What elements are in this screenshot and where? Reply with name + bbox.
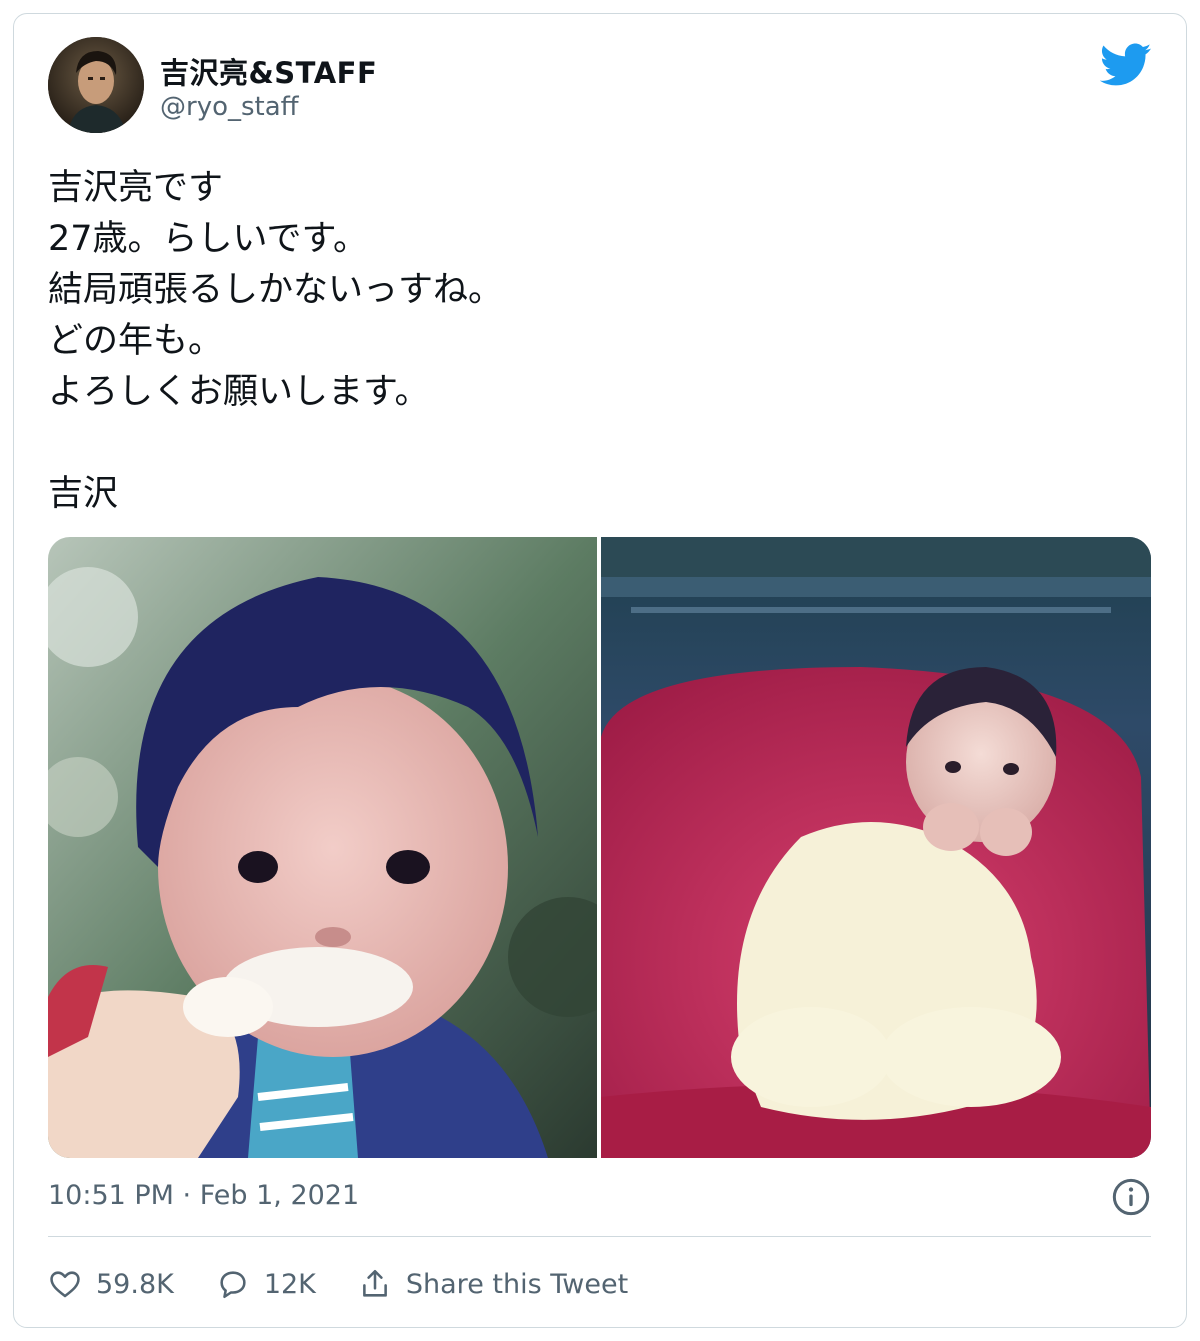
share-label: Share this Tweet <box>405 1268 629 1300</box>
reply-button[interactable]: 12K <box>216 1267 316 1301</box>
divider <box>48 1236 1151 1237</box>
heart-icon <box>50 1271 80 1298</box>
speech-bubble-icon <box>220 1271 246 1299</box>
tweet-media[interactable] <box>48 537 1151 1158</box>
tweet-line: 吉沢 <box>48 474 119 514</box>
tweet-line: 27歳。らしいです。 <box>48 219 368 259</box>
like-button[interactable]: 59.8K <box>48 1267 174 1301</box>
info-icon[interactable] <box>1111 1177 1151 1217</box>
tweet-text: 吉沢亮です 27歳。らしいです。 結局頑張るしかないっすね。 どの年も。 よろし… <box>48 163 1148 520</box>
tweet-line: よろしくお願いします。 <box>48 372 430 412</box>
tweet-line: どの年も。 <box>48 321 224 361</box>
photo-baby[interactable] <box>601 537 1151 1158</box>
avatar[interactable] <box>48 37 144 133</box>
display-name[interactable]: 吉沢亮&STAFF <box>160 50 377 92</box>
twitter-bird-icon[interactable] <box>1100 43 1152 87</box>
like-count: 59.8K <box>96 1268 174 1300</box>
share-button[interactable]: Share this Tweet <box>358 1267 628 1301</box>
share-upload-icon <box>362 1269 387 1297</box>
tweet-line: 吉沢亮です <box>48 168 224 208</box>
reply-count: 12K <box>263 1268 316 1300</box>
user-handle[interactable]: @ryo_staff <box>160 92 299 122</box>
avatar-image <box>48 37 144 133</box>
tweet-timestamp[interactable]: 10:51 PM · Feb 1, 2021 <box>48 1180 359 1211</box>
tweet-line: 結局頑張るしかないっすね。 <box>48 270 504 310</box>
tweet-actions: 59.8K 12K Share this Tweet <box>48 1262 670 1306</box>
photo-toddler[interactable] <box>48 537 597 1158</box>
